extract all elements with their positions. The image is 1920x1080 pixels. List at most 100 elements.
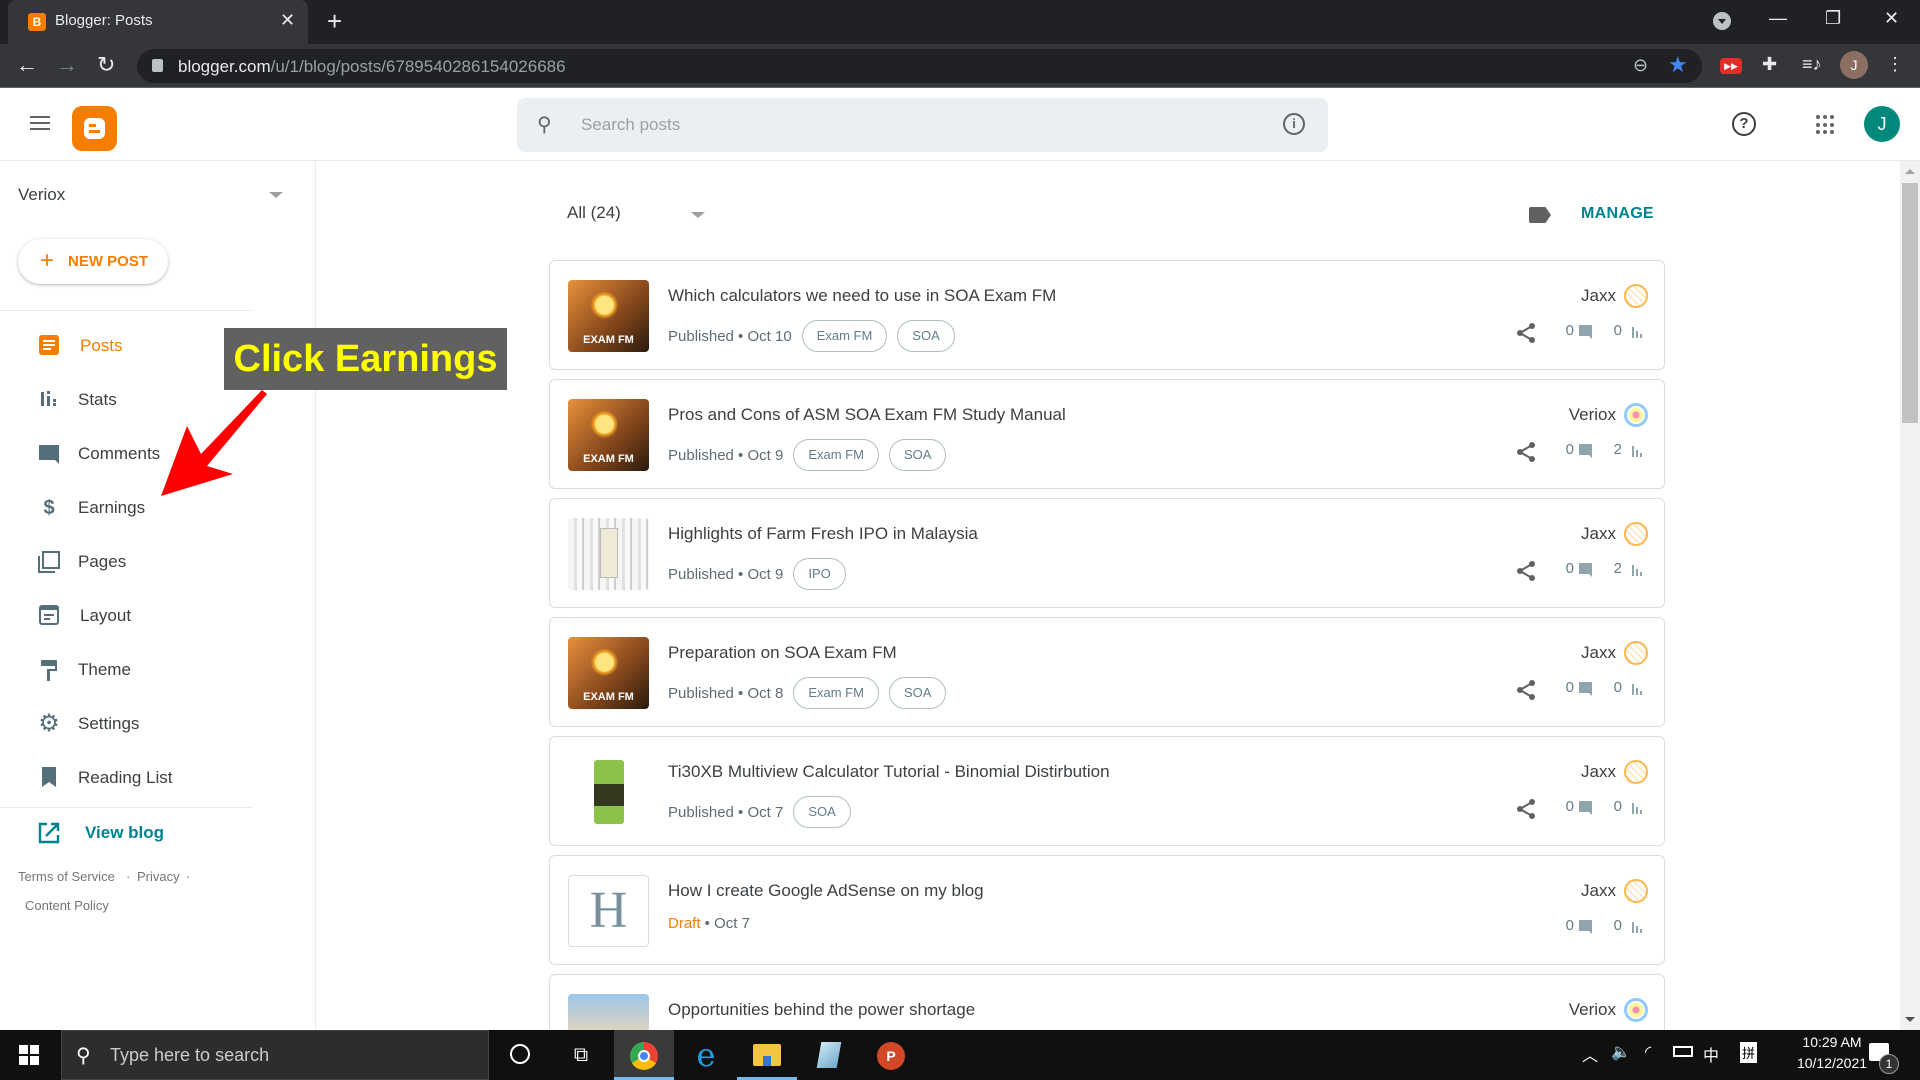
battery-icon[interactable] (1673, 1046, 1693, 1057)
post-card[interactable]: EXAM FM Pros and Cons of ASM SOA Exam FM … (549, 379, 1665, 489)
post-card[interactable]: EXAM FM Which calculators we need to use … (549, 260, 1665, 370)
help-icon[interactable]: ? (1732, 112, 1756, 136)
post-title[interactable]: Preparation on SOA Exam FM (668, 643, 897, 663)
new-post-button[interactable]: + NEW POST (18, 239, 168, 284)
share-icon[interactable] (1516, 442, 1536, 462)
file-explorer-icon[interactable] (737, 1030, 797, 1080)
search-input[interactable] (581, 110, 1221, 140)
post-card[interactable]: Opportunities behind the power shortage V… (549, 974, 1665, 1030)
show-hidden-icons-chevron-icon[interactable]: ︿ (1582, 1042, 1598, 1066)
post-card[interactable]: Ti30XB Multiview Calculator Tutorial - B… (549, 736, 1665, 846)
taskbar-search-box[interactable]: ⚲ Type here to search (61, 1030, 489, 1080)
sidebar-divider (0, 807, 253, 808)
internet-explorer-icon[interactable]: e (676, 1030, 736, 1080)
scrollbar-thumb[interactable] (1902, 183, 1918, 423)
post-title[interactable]: Which calculators we need to use in SOA … (668, 286, 1056, 306)
media-playlist-icon[interactable]: ≡♪ (1802, 54, 1822, 75)
close-tab-icon[interactable]: ✕ (280, 10, 295, 31)
clock-time[interactable]: 10:29 AM (1782, 1034, 1882, 1050)
cortana-icon[interactable] (490, 1030, 550, 1080)
post-title[interactable]: Ti30XB Multiview Calculator Tutorial - B… (668, 762, 1110, 782)
url-text[interactable]: blogger.com/u/1/blog/posts/6789540286154… (178, 57, 566, 77)
new-tab-button[interactable]: + (327, 6, 342, 37)
content-policy-link[interactable]: Content Policy (25, 898, 109, 913)
views-stats-icon (1632, 327, 1644, 338)
wifi-icon[interactable]: ◜ (1645, 1042, 1651, 1062)
share-icon[interactable] (1516, 323, 1536, 343)
post-title[interactable]: Pros and Cons of ASM SOA Exam FM Study M… (668, 405, 1066, 425)
share-icon[interactable] (1516, 680, 1536, 700)
restore-icon[interactable]: ❐ (1825, 8, 1841, 29)
terms-of-service-link[interactable]: Terms of Service (18, 869, 115, 884)
post-label-chip[interactable]: Exam FM (793, 677, 879, 709)
volume-icon[interactable]: 🔈 (1611, 1042, 1631, 1062)
blog-selector[interactable]: Veriox (18, 185, 288, 205)
post-title[interactable]: Opportunities behind the power shortage (668, 1000, 975, 1020)
notepad-icon[interactable] (799, 1030, 859, 1080)
post-date: Oct 10 (747, 327, 792, 345)
search-icon[interactable]: ⚲ (537, 112, 552, 137)
scroll-up-icon[interactable] (1905, 169, 1915, 174)
sidebar-item-settings[interactable]: ⚙ Settings (0, 702, 300, 746)
post-card[interactable]: H How I create Google AdSense on my blog D… (549, 855, 1665, 965)
post-title[interactable]: How I create Google AdSense on my blog (668, 881, 984, 901)
tab-search-icon[interactable] (1713, 12, 1731, 30)
chrome-taskbar-icon[interactable] (614, 1030, 674, 1080)
post-label-chip[interactable]: IPO (793, 558, 846, 590)
post-label-chip[interactable]: SOA (888, 439, 947, 471)
post-card[interactable]: Highlights of Farm Fresh IPO in Malaysia… (549, 498, 1665, 608)
privacy-link[interactable]: Privacy (137, 869, 180, 884)
chevron-down-icon[interactable] (691, 212, 705, 218)
scroll-down-icon[interactable] (1905, 1017, 1915, 1022)
manage-labels-button[interactable]: MANAGE (1581, 205, 1654, 223)
ime-language-indicator[interactable]: 中 (1703, 1042, 1719, 1066)
view-blog-link[interactable]: View blog (0, 811, 300, 855)
bookmark-star-icon[interactable]: ★ (1668, 52, 1688, 78)
post-label-chip[interactable]: Exam FM (801, 320, 888, 352)
post-label-chip[interactable]: Exam FM (793, 439, 879, 471)
account-avatar[interactable]: J (1864, 106, 1900, 142)
forward-icon[interactable]: → (56, 52, 78, 78)
post-label-chip[interactable]: SOA (897, 320, 955, 352)
windows-start-icon[interactable] (19, 1045, 39, 1065)
post-status: Published (668, 803, 734, 821)
sidebar-item-layout[interactable]: Layout (0, 594, 300, 638)
sidebar-item-reading-list[interactable]: Reading List (0, 756, 300, 800)
author-avatar-icon (1624, 641, 1648, 665)
ime-mode-indicator[interactable]: 拼 (1740, 1042, 1758, 1063)
share-icon[interactable] (1516, 799, 1536, 819)
post-status: Draft (668, 915, 701, 932)
post-status: Published (668, 327, 734, 345)
google-apps-icon[interactable] (1816, 115, 1836, 135)
window-close-icon[interactable]: ✕ (1884, 8, 1899, 29)
share-icon[interactable] (1516, 561, 1536, 581)
browser-tab[interactable]: B Blogger: Posts ✕ (8, 0, 308, 44)
post-filter-dropdown[interactable]: All (24) (567, 203, 621, 223)
post-label-chip[interactable]: SOA (793, 796, 851, 828)
post-card[interactable]: EXAM FM Preparation on SOA Exam FM Publish… (549, 617, 1665, 727)
sidebar-item-theme[interactable]: Theme (0, 648, 300, 692)
reload-icon[interactable]: ↻ (97, 52, 115, 78)
chrome-menu-icon[interactable]: ⋮ (1886, 54, 1904, 75)
post-meta: Draft • Oct 7 (668, 915, 750, 932)
post-list: EXAM FM Which calculators we need to use … (549, 260, 1666, 1030)
hamburger-menu-icon[interactable] (30, 116, 50, 134)
views-stats-icon (1632, 922, 1644, 933)
youtube-extension-icon[interactable]: ▶▶ (1720, 58, 1742, 74)
task-view-icon[interactable]: ⧉ (551, 1030, 611, 1080)
extensions-puzzle-icon[interactable]: ✚ (1762, 54, 1777, 75)
post-title[interactable]: Highlights of Farm Fresh IPO in Malaysia (668, 524, 978, 544)
powerpoint-icon[interactable]: P (861, 1030, 921, 1080)
address-bar[interactable]: blogger.com/u/1/blog/posts/6789540286154… (137, 49, 1702, 83)
sidebar-item-pages[interactable]: Pages (0, 540, 300, 584)
page-scrollbar[interactable] (1900, 161, 1920, 1030)
sidebar: Veriox + NEW POST Posts Stats Comments $… (0, 161, 316, 1030)
minimize-icon[interactable]: — (1769, 8, 1787, 29)
label-tag-icon[interactable] (1529, 207, 1551, 223)
back-icon[interactable]: ← (16, 52, 38, 78)
blogger-logo[interactable] (72, 106, 117, 151)
browser-profile-avatar[interactable]: J (1840, 51, 1868, 79)
zoom-out-icon[interactable]: ⊖ (1633, 55, 1648, 76)
post-label-chip[interactable]: SOA (888, 677, 947, 709)
info-icon[interactable]: i (1283, 113, 1305, 135)
